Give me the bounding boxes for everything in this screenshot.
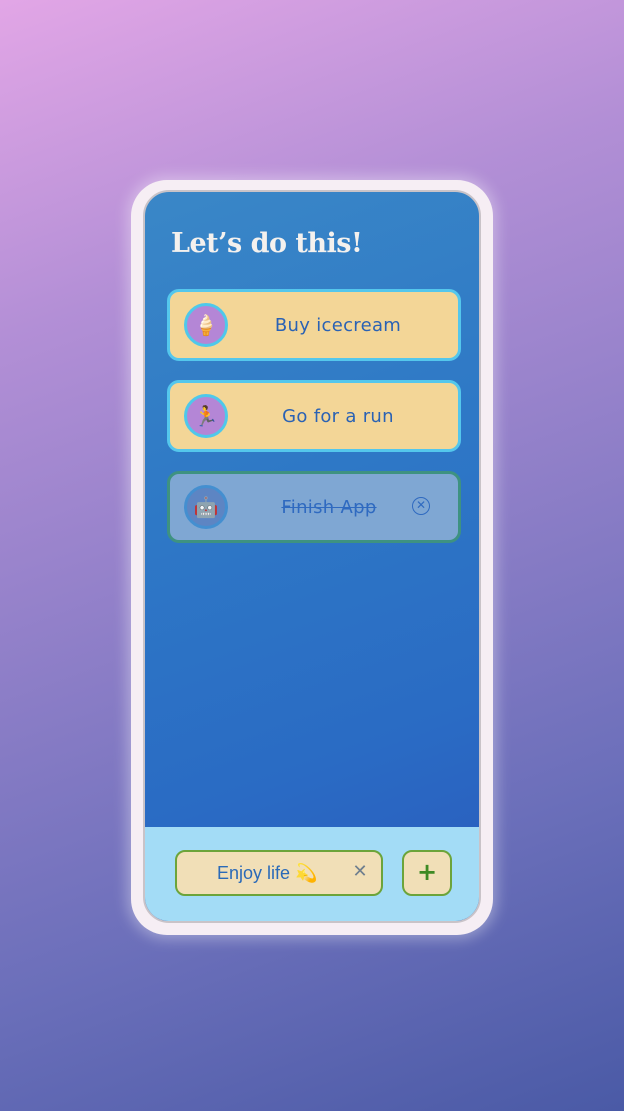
new-task-field[interactable]: ✕ [175, 850, 383, 896]
new-task-bar: ✕ + [145, 827, 479, 921]
todo-item[interactable]: 🏃 Go for a run [167, 380, 461, 452]
clear-input-button[interactable]: ✕ [351, 863, 369, 881]
todo-item[interactable]: 🍦 Buy icecream [167, 289, 461, 361]
app-screen: Let’s do this! 🍦 Buy icecream 🏃 Go for a… [143, 190, 481, 923]
remove-todo-button[interactable]: ✕ [412, 497, 430, 515]
new-task-input[interactable] [177, 852, 347, 894]
phone-frame: Let’s do this! 🍦 Buy icecream 🏃 Go for a… [131, 180, 493, 935]
ice-cream-icon: 🍦 [184, 303, 228, 347]
todo-item-completed[interactable]: 🤖 Finish App ✕ [167, 471, 461, 543]
page-title: Let’s do this! [171, 228, 363, 259]
close-icon: ✕ [352, 861, 368, 882]
todo-label: Buy icecream [274, 314, 402, 336]
add-task-button[interactable]: + [402, 850, 452, 896]
runner-icon: 🏃 [184, 394, 228, 438]
robot-icon: 🤖 [184, 485, 228, 529]
todo-label: Go for a run [282, 405, 394, 427]
todo-label: Finish App [281, 496, 377, 518]
circle-x-icon: ✕ [415, 498, 427, 512]
plus-icon: + [416, 858, 438, 886]
